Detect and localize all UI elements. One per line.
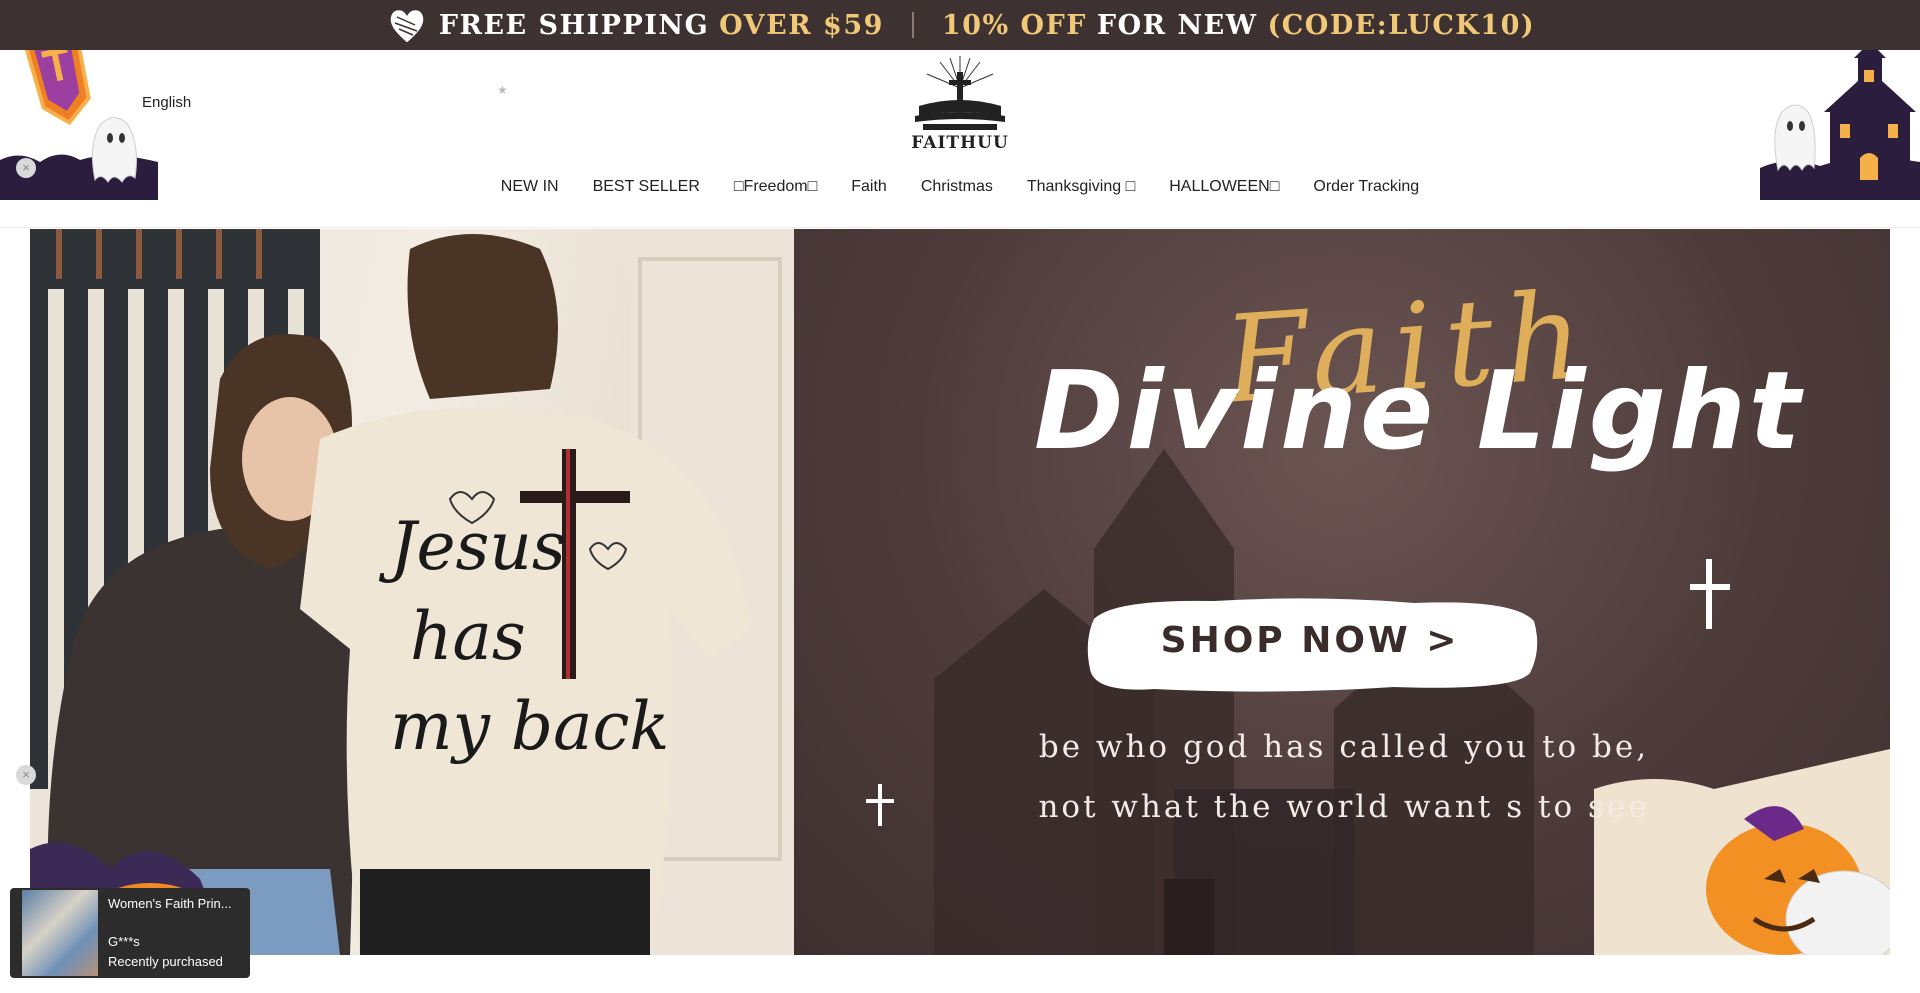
hero-headline: Divine Light bbox=[1034, 349, 1804, 474]
free-shipping-threshold: OVER $59 bbox=[719, 9, 884, 41]
free-shipping-text: FREE SHIPPING bbox=[438, 9, 710, 41]
nav-christmas[interactable]: Christmas bbox=[921, 178, 993, 196]
hero-photo: Jesus has my back bbox=[30, 229, 794, 955]
nav-best-seller[interactable]: BEST SELLER bbox=[593, 178, 700, 196]
brand-logo[interactable]: FAITHUU bbox=[905, 50, 1015, 154]
announcement-bar: FREE SHIPPING OVER $59 10% OFF FOR NEW (… bbox=[0, 0, 1920, 50]
star-icon: ★ bbox=[497, 83, 508, 97]
close-icon[interactable]: × bbox=[16, 158, 36, 178]
shirt-text-line3: my back bbox=[390, 688, 669, 765]
nav-order-tracking[interactable]: Order Tracking bbox=[1313, 178, 1419, 196]
hero-tagline-line1: be who god has called you to be, bbox=[1038, 729, 1650, 765]
close-icon[interactable]: × bbox=[16, 765, 36, 785]
nav-new-in[interactable]: NEW IN bbox=[501, 178, 559, 196]
nav-thanksgiving[interactable]: Thanksgiving □ bbox=[1027, 178, 1135, 196]
heart-icon bbox=[389, 9, 425, 44]
toast-product-title: Women's Faith Prin... bbox=[108, 896, 232, 911]
nav-freedom[interactable]: □Freedom□ bbox=[734, 178, 817, 196]
nav-halloween[interactable]: HALLOWEEN□ bbox=[1169, 178, 1279, 196]
promo-code-text: (CODE:LUCK10) bbox=[1267, 9, 1536, 41]
language-selector[interactable]: English bbox=[142, 94, 191, 111]
hero-banner[interactable]: Jesus has my back Faith Divine Light SHO… bbox=[30, 229, 1890, 955]
hero-tagline-line2: not what the world want s to see bbox=[1038, 789, 1650, 825]
site-header: English ★ FAITHUU NEW IN BEST SELLER □Fr… bbox=[0, 50, 1920, 228]
announcement-divider bbox=[911, 12, 914, 38]
shirt-text-line2: has bbox=[410, 598, 526, 675]
shirt-text-line1: Jesus bbox=[378, 508, 566, 585]
toast-status: Recently purchased bbox=[108, 954, 223, 969]
product-thumbnail bbox=[22, 890, 98, 976]
recent-purchase-toast[interactable]: Women's Faith Prin... G***s Recently pur… bbox=[10, 888, 250, 978]
nav-faith[interactable]: Faith bbox=[851, 178, 887, 196]
toast-buyer: G***s bbox=[108, 934, 140, 949]
brand-name: FAITHUU bbox=[911, 133, 1009, 153]
discount-text: 10% OFF bbox=[941, 9, 1087, 41]
shop-now-button[interactable]: SHOP NOW > bbox=[1090, 620, 1530, 661]
cross-bible-icon bbox=[915, 56, 1005, 130]
new-customer-text: FOR NEW bbox=[1096, 9, 1258, 41]
hero-promo-panel: Faith Divine Light SHOP NOW > be who god… bbox=[794, 229, 1890, 955]
main-nav: NEW IN BEST SELLER □Freedom□ Faith Chris… bbox=[0, 178, 1920, 196]
